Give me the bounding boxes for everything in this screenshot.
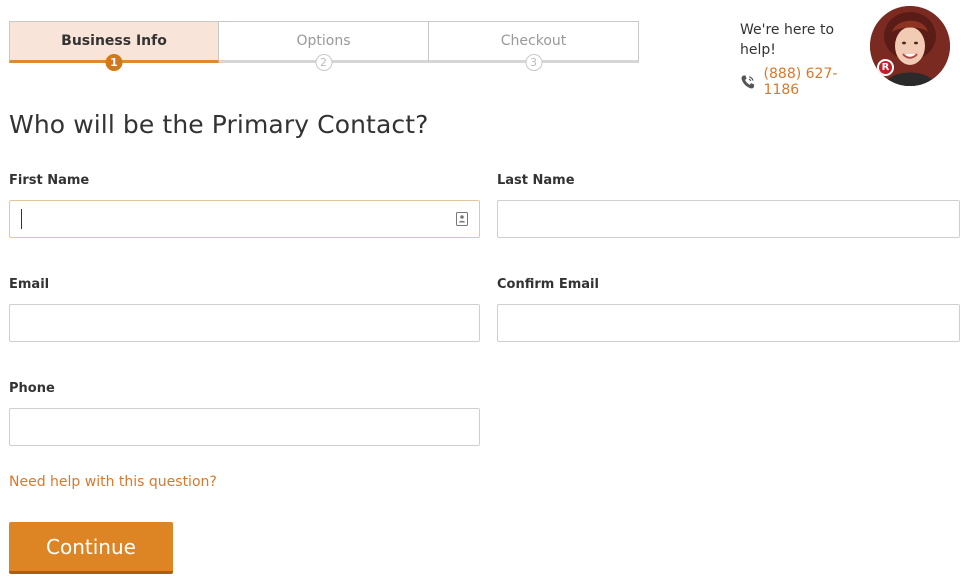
email-input[interactable] [9,304,480,342]
phone-icon [741,75,755,89]
last-name-label: Last Name [497,173,575,188]
help-tagline: We're here to help! [740,22,835,58]
contact-card-icon[interactable] [456,212,468,226]
continue-button[interactable]: Continue [9,522,173,574]
phone-number: (888) 627-1186 [763,66,838,98]
email-label: Email [9,277,50,292]
step-number: 1 [105,54,123,71]
step-label: Options [296,33,351,49]
first-name-input[interactable] [9,200,480,238]
step-label: Business Info [61,33,167,49]
help-phone-link[interactable]: (888) 627-1186 [740,66,870,98]
step-checkout[interactable]: Checkout 3 [429,21,639,71]
help-question-link[interactable]: Need help with this question? [9,474,217,490]
help-contact: We're here to help! (888) 627-1186 [740,20,870,98]
step-label: Checkout [500,33,567,49]
step-business-info[interactable]: Business Info 1 [9,21,219,71]
last-name-input[interactable] [497,200,960,238]
confirm-email-input[interactable] [497,304,960,342]
page: Business Info 1 Options 2 Checkout 3 We'… [0,0,980,585]
step-options[interactable]: Options 2 [219,21,429,71]
phone-input[interactable] [9,408,480,446]
support-agent-avatar: R [870,6,950,86]
brand-badge: R [877,59,894,76]
first-name-label: First Name [9,173,90,188]
text-caret [21,209,22,229]
step-number: 2 [315,54,332,71]
page-title: Who will be the Primary Contact? [9,110,429,139]
progress-steps: Business Info 1 Options 2 Checkout 3 [9,21,640,71]
confirm-email-label: Confirm Email [497,277,599,292]
phone-label: Phone [9,381,55,396]
step-number: 3 [525,54,542,71]
